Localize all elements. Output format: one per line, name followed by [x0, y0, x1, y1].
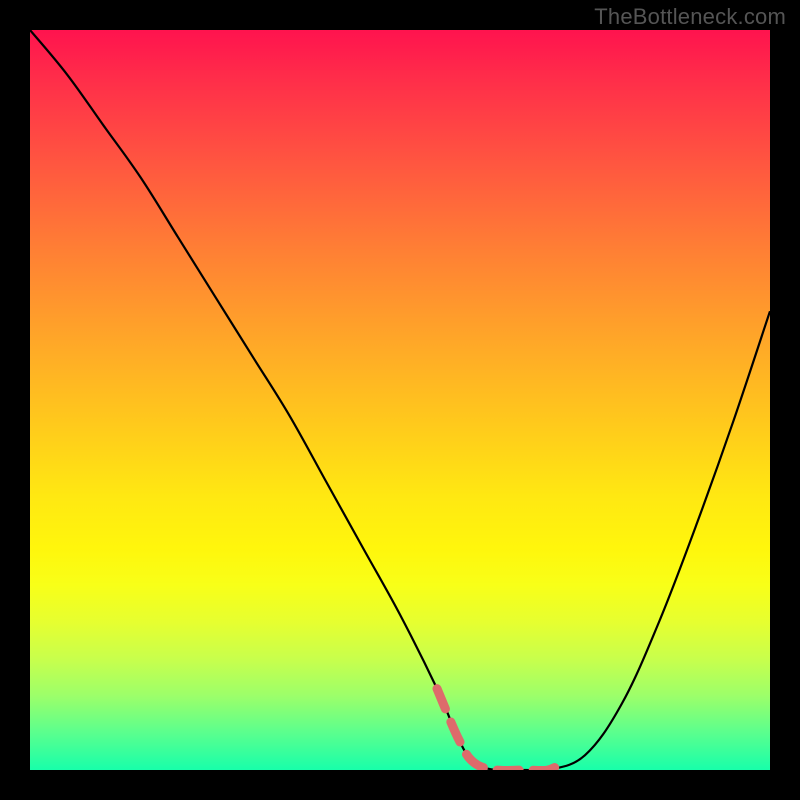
- bottleneck-curve: [30, 30, 770, 770]
- optimal-trough-marker: [437, 689, 563, 770]
- plot-area: [30, 30, 770, 770]
- chart-svg: [30, 30, 770, 770]
- chart-frame: TheBottleneck.com: [0, 0, 800, 800]
- watermark-text: TheBottleneck.com: [594, 4, 786, 30]
